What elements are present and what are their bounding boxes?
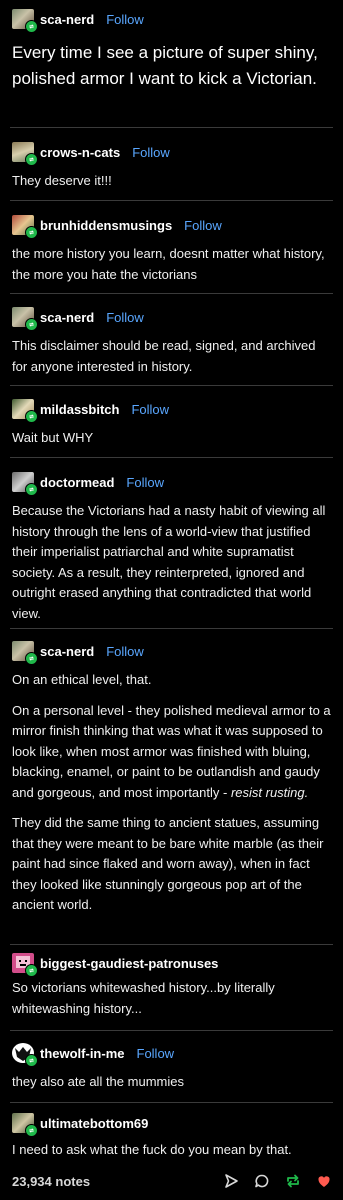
username[interactable]: sca-nerd [40,12,94,27]
divider [10,628,333,629]
post-text: Because the Victorians had a nasty habit… [12,501,333,624]
post-actions [222,1172,333,1190]
reblog-badge-icon [25,483,38,496]
post-paragraph: On an ethical level, that. [12,672,152,687]
post-paragraph: I need to ask what the fuck do you mean … [12,1142,292,1157]
username[interactable]: doctormead [40,475,114,490]
like-icon[interactable] [315,1172,333,1190]
follow-button[interactable]: Follow [184,218,222,233]
post-text: the more history you learn, doesnt matte… [12,244,333,285]
divider [10,200,333,201]
post-text: This disclaimer should be read, signed, … [12,336,333,377]
notes-count[interactable]: 23,934 notes [12,1174,90,1189]
follow-button[interactable]: Follow [137,1046,175,1061]
avatar[interactable] [12,142,38,166]
avatar[interactable] [12,399,38,423]
avatar[interactable] [12,1043,38,1067]
divider [10,457,333,458]
reblog-badge-icon [25,410,38,423]
follow-button[interactable]: Follow [131,402,169,417]
share-icon[interactable] [222,1172,240,1190]
divider [10,385,333,386]
avatar[interactable] [12,215,38,239]
post-text: I need to ask what the fuck do you mean … [12,1140,333,1161]
reblog-badge-icon [25,1124,38,1137]
post-header: sca-nerd Follow [12,8,333,33]
username[interactable]: sca-nerd [40,644,94,659]
post-3: sca-nerd Follow This disclaimer should b… [12,306,333,377]
follow-button[interactable]: Follow [126,475,164,490]
reblog-badge-icon [25,652,38,665]
post-text: So victorians whitewashed history...by l… [12,978,333,1019]
post-header: crows-n-cats Follow [12,141,333,166]
post-8: thewolf-in-me Follow they also ate all t… [12,1042,333,1093]
reply-icon[interactable] [253,1172,271,1190]
divider [10,1102,333,1103]
post-4: mildassbitch Follow Wait but WHY [12,398,333,449]
post-paragraph: On a personal level - they polished medi… [12,701,333,804]
post-5: doctormead Follow Because the Victorians… [12,471,333,624]
avatar[interactable] [12,307,38,331]
username[interactable]: sca-nerd [40,310,94,325]
username[interactable]: ultimatebottom69 [40,1116,148,1131]
post-header: sca-nerd Follow [12,640,333,665]
reblog-badge-icon [25,318,38,331]
follow-button[interactable]: Follow [106,12,144,27]
post-7: biggest-gaudiest-patronuses So victorian… [12,952,333,1019]
post-paragraph: the more history you learn, doesnt matte… [12,246,325,282]
username[interactable]: thewolf-in-me [40,1046,125,1061]
reblog-badge-icon [25,153,38,166]
post-paragraph: Every time I see a picture of super shin… [12,43,318,88]
avatar[interactable] [12,641,38,665]
post-paragraph: They deserve it!!! [12,173,112,188]
post-header: ultimatebottom69 [12,1112,333,1137]
post-paragraph: They did the same thing to ancient statu… [12,815,324,912]
reblog-icon[interactable] [284,1172,302,1190]
post-text: On an ethical level, that. On a personal… [12,670,333,916]
post-header: mildassbitch Follow [12,398,333,423]
username[interactable]: brunhiddensmusings [40,218,172,233]
divider [10,293,333,294]
post-footer: 23,934 notes [12,1169,333,1193]
reblog-badge-icon [25,1054,38,1067]
follow-button[interactable]: Follow [106,644,144,659]
reblog-badge-icon [25,20,38,33]
post-0: sca-nerd Follow Every time I see a pictu… [12,8,333,92]
post-paragraph: So victorians whitewashed history...by l… [12,980,275,1016]
post-header: doctormead Follow [12,471,333,496]
username[interactable]: mildassbitch [40,402,119,417]
post-header: biggest-gaudiest-patronuses [12,952,333,977]
post-1: crows-n-cats Follow They deserve it!!! [12,141,333,192]
post-text: Wait but WHY [12,428,333,449]
post-paragraph: Because the Victorians had a nasty habit… [12,503,326,621]
divider [10,127,333,128]
username[interactable]: crows-n-cats [40,145,120,160]
reblog-thread: sca-nerd Follow Every time I see a pictu… [0,0,343,1200]
post-text: They deserve it!!! [12,171,333,192]
username[interactable]: biggest-gaudiest-patronuses [40,956,218,971]
follow-button[interactable]: Follow [132,145,170,160]
post-header: thewolf-in-me Follow [12,1042,333,1067]
divider [10,944,333,945]
post-6: sca-nerd Follow On an ethical level, tha… [12,640,333,916]
post-text: they also ate all the mummies [12,1072,333,1093]
post-text: Every time I see a picture of super shin… [12,40,333,92]
post-paragraph: they also ate all the mummies [12,1074,184,1089]
avatar[interactable] [12,472,38,496]
avatar[interactable] [12,1113,38,1137]
follow-button[interactable]: Follow [106,310,144,325]
post-header: brunhiddensmusings Follow [12,214,333,239]
post-header: sca-nerd Follow [12,306,333,331]
avatar[interactable] [12,953,38,977]
post-paragraph: Wait but WHY [12,430,94,445]
post-9: ultimatebottom69 I need to ask what the … [12,1112,333,1161]
reblog-badge-icon [25,226,38,239]
divider [10,1030,333,1031]
post-2: brunhiddensmusings Follow the more histo… [12,214,333,285]
italic-emphasis: resist rusting. [230,784,309,800]
avatar[interactable] [12,9,38,33]
post-paragraph: This disclaimer should be read, signed, … [12,338,316,374]
reblog-badge-icon [25,964,38,977]
